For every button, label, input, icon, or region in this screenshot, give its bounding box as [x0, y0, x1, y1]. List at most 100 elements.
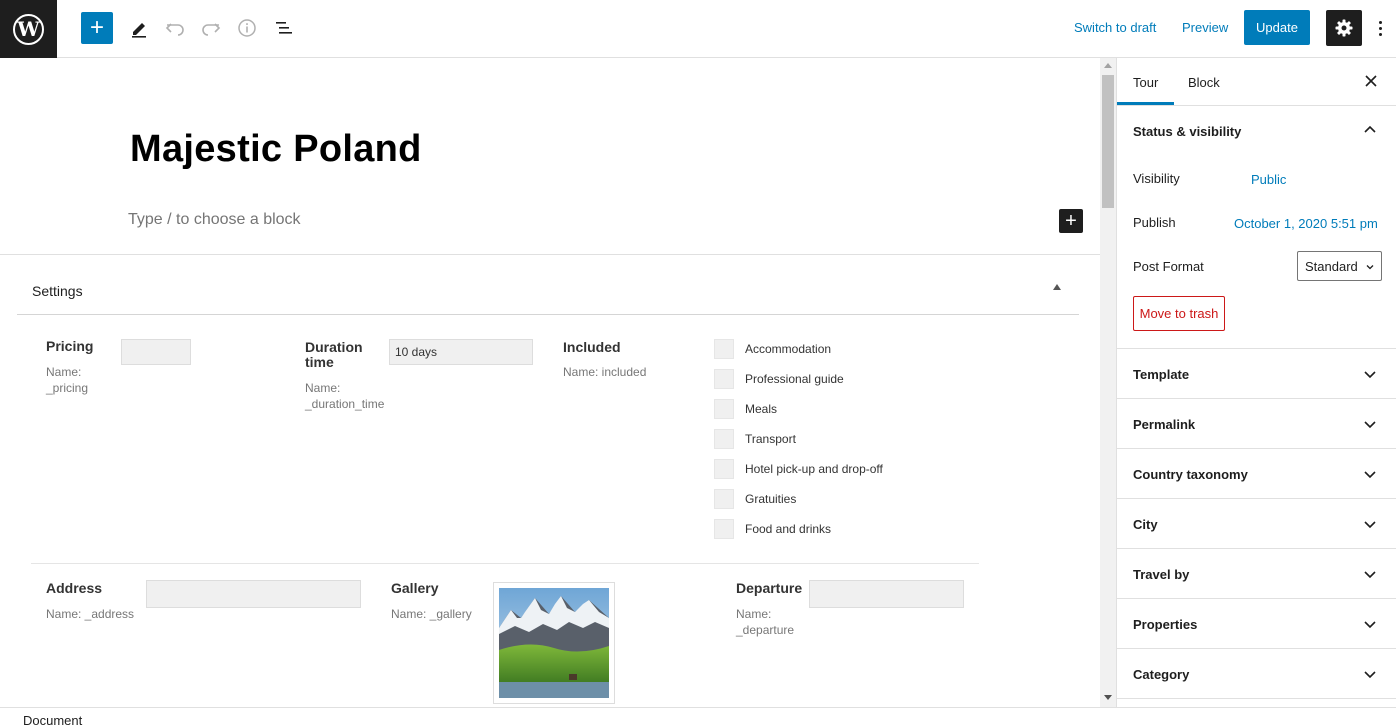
row-divider [31, 563, 979, 564]
included-option[interactable]: Transport [714, 429, 796, 449]
settings-sidebar: Tour Block Status & visibility Visibilit… [1116, 58, 1396, 707]
post-format-label: Post Format [1133, 259, 1204, 274]
checkbox[interactable] [714, 519, 734, 539]
more-options-button[interactable] [1372, 16, 1388, 40]
plus-icon: + [89, 14, 104, 41]
panel-permalink[interactable]: Permalink [1117, 399, 1396, 449]
departure-label: Departure [736, 580, 803, 596]
block-placeholder[interactable]: Type / to choose a block [128, 211, 301, 229]
scroll-thumb[interactable] [1102, 75, 1114, 208]
wordpress-icon: W [13, 13, 44, 45]
settings-button[interactable] [1326, 10, 1362, 46]
visibility-toggle[interactable]: Public [1251, 172, 1286, 187]
included-option[interactable]: Gratuities [714, 489, 796, 509]
redo-icon [202, 23, 221, 36]
chevron-down-icon [1364, 421, 1376, 429]
status-visibility-panel: Status & visibility Visibility Public Pu… [1117, 106, 1396, 349]
included-option[interactable]: Meals [714, 399, 777, 419]
gallery-thumbnail[interactable] [493, 582, 615, 704]
departure-field-name: Name: _departure [736, 607, 795, 637]
chevron-down-icon [1364, 471, 1376, 479]
panel-city[interactable]: City [1117, 499, 1396, 549]
editor-scrollbar[interactable] [1100, 58, 1116, 707]
block-breadcrumb-bar: Document [0, 707, 1396, 728]
included-option[interactable]: Food and drinks [714, 519, 831, 539]
duration-label: Duration time [305, 339, 363, 370]
included-option[interactable]: Hotel pick-up and drop-off [714, 459, 883, 479]
update-button[interactable]: Update [1244, 10, 1310, 45]
undo-button[interactable] [161, 14, 189, 42]
breadcrumb-document[interactable]: Document [23, 713, 82, 728]
move-to-trash-button[interactable]: Move to trash [1133, 296, 1225, 331]
gallery-field-name: Name: _gallery [391, 607, 472, 621]
panel-properties[interactable]: Properties [1117, 599, 1396, 649]
redo-button[interactable] [197, 14, 225, 42]
gallery-label: Gallery [391, 580, 439, 596]
checkbox[interactable] [714, 489, 734, 509]
address-input[interactable] [146, 580, 361, 608]
panel-template[interactable]: Template [1117, 349, 1396, 399]
meta-box-title: Settings [32, 283, 83, 299]
mountain-landscape-image [499, 588, 609, 698]
add-block-button[interactable]: + [81, 12, 113, 44]
chevron-down-icon [1364, 371, 1376, 379]
duration-input[interactable]: 10 days [389, 339, 533, 365]
panel-category[interactable]: Category [1117, 649, 1396, 699]
checkbox[interactable] [714, 399, 734, 419]
included-field-name: Name: included [563, 365, 647, 379]
gear-icon [1335, 19, 1353, 37]
pricing-input[interactable] [121, 339, 191, 365]
undo-icon [165, 23, 184, 36]
preview-button[interactable]: Preview [1182, 20, 1228, 35]
plus-icon: + [1065, 210, 1077, 232]
block-inserter-button[interactable]: + [1059, 209, 1083, 233]
meta-box-header[interactable]: Settings [17, 255, 1079, 315]
settings-meta-box: Settings Pricing Name: _pricing Duration… [0, 254, 1100, 707]
post-format-select[interactable]: Standard [1297, 251, 1382, 281]
list-view-button[interactable] [270, 14, 298, 42]
collapse-arrow-icon[interactable] [1053, 284, 1061, 290]
visibility-label: Visibility [1133, 171, 1180, 186]
post-title[interactable]: Majestic Poland [130, 128, 422, 171]
panel-title[interactable]: Status & visibility [1133, 124, 1241, 139]
address-field-name: Name: _address [46, 607, 135, 621]
included-option[interactable]: Professional guide [714, 369, 844, 389]
editor-header: W + Switch to draft Preview Update [0, 0, 1396, 58]
checkbox[interactable] [714, 369, 734, 389]
wordpress-logo-button[interactable]: W [0, 0, 57, 58]
close-icon[interactable] [1362, 72, 1380, 90]
included-option[interactable]: Accommodation [714, 339, 831, 359]
address-label: Address [46, 580, 103, 596]
active-tab-indicator [1117, 102, 1174, 105]
tab-block[interactable]: Block [1188, 75, 1220, 90]
included-label: Included [563, 339, 621, 355]
chevron-down-icon [1366, 265, 1374, 270]
pricing-label: Pricing [46, 338, 94, 354]
duration-field-name: Name: _duration_time [305, 381, 385, 411]
departure-input[interactable] [809, 580, 964, 608]
checkbox[interactable] [714, 339, 734, 359]
scroll-down-icon[interactable] [1104, 695, 1112, 700]
info-icon [238, 19, 256, 37]
pencil-icon [132, 23, 146, 38]
checkbox[interactable] [714, 429, 734, 449]
tools-button[interactable] [125, 14, 153, 42]
chevron-down-icon [1364, 621, 1376, 629]
chevron-down-icon [1364, 521, 1376, 529]
publish-date-toggle[interactable]: October 1, 2020 5:51 pm [1234, 216, 1378, 231]
sidebar-tabs: Tour Block [1117, 58, 1396, 106]
tab-tour[interactable]: Tour [1133, 75, 1158, 90]
editor-canvas: Majestic Poland Type / to choose a block… [0, 58, 1100, 707]
switch-to-draft-button[interactable]: Switch to draft [1074, 20, 1156, 35]
publish-label: Publish [1133, 215, 1176, 230]
scroll-up-icon[interactable] [1104, 63, 1112, 68]
chevron-down-icon [1364, 571, 1376, 579]
pricing-field-name: Name: _pricing [46, 365, 89, 395]
panel-travel-by[interactable]: Travel by [1117, 549, 1396, 599]
list-view-icon [276, 22, 292, 34]
panel-country-taxonomy[interactable]: Country taxonomy [1117, 449, 1396, 499]
chevron-down-icon [1364, 671, 1376, 679]
details-button[interactable] [233, 14, 261, 42]
chevron-up-icon[interactable] [1363, 123, 1377, 137]
checkbox[interactable] [714, 459, 734, 479]
